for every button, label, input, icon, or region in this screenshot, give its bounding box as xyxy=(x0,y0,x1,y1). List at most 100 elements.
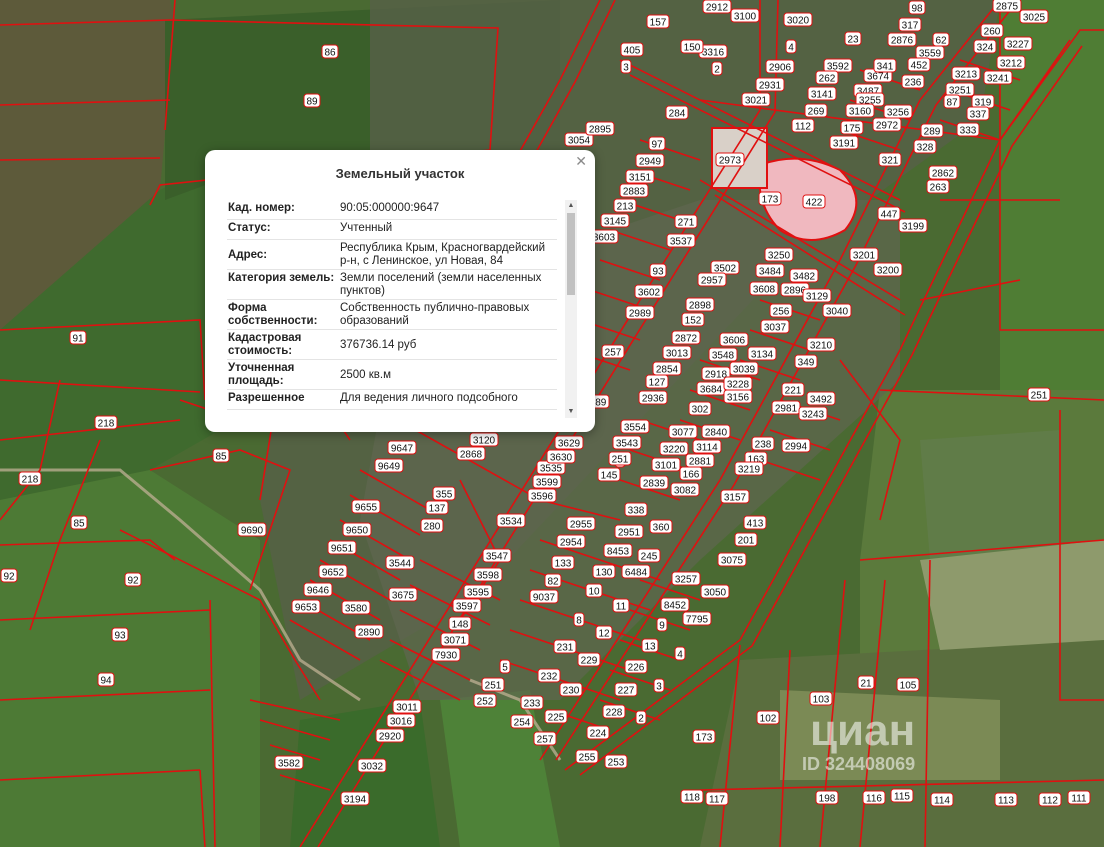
parcel-label[interactable]: 3582 xyxy=(274,755,304,770)
parcel-label[interactable]: 133 xyxy=(551,555,575,570)
parcel-label[interactable]: 3219 xyxy=(734,461,764,476)
parcel-label[interactable]: 13 xyxy=(641,638,659,653)
parcel-label[interactable]: 2881 xyxy=(685,453,715,468)
parcel-label[interactable]: 3548 xyxy=(708,347,738,362)
parcel-label[interactable]: 4 xyxy=(785,39,797,54)
parcel-label[interactable]: 3554 xyxy=(620,419,650,434)
parcel-label[interactable]: 3020 xyxy=(783,12,813,27)
parcel-label[interactable]: 11 xyxy=(612,598,630,613)
parcel-label[interactable]: 2920 xyxy=(375,728,405,743)
parcel-label[interactable]: 221 xyxy=(781,382,805,397)
parcel-label[interactable]: 227 xyxy=(614,682,638,697)
parcel-label[interactable]: 3543 xyxy=(612,435,642,450)
parcel-label[interactable]: 413 xyxy=(743,515,767,530)
parcel-label[interactable]: 3194 xyxy=(340,791,370,806)
parcel-label[interactable]: 302 xyxy=(688,401,712,416)
parcel-label[interactable]: 3537 xyxy=(666,233,696,248)
parcel-label[interactable]: 137 xyxy=(425,500,449,515)
parcel-label[interactable]: 232 xyxy=(537,668,561,683)
parcel-label[interactable]: 2949 xyxy=(635,153,665,168)
parcel-label[interactable]: 3011 xyxy=(392,699,422,714)
parcel-label[interactable]: 3200 xyxy=(873,262,903,277)
parcel-label[interactable]: 2912 xyxy=(702,0,732,14)
parcel-label[interactable]: 3213 xyxy=(951,66,981,81)
parcel-label[interactable]: 3250 xyxy=(764,247,794,262)
parcel-label[interactable]: 3013 xyxy=(662,345,692,360)
parcel-label[interactable]: 218 xyxy=(18,471,42,486)
parcel-label[interactable]: 3082 xyxy=(670,482,700,497)
parcel-label[interactable]: 8 xyxy=(573,612,585,627)
parcel-label[interactable]: 8453 xyxy=(603,543,633,558)
parcel-label[interactable]: 218 xyxy=(94,415,118,430)
parcel-label[interactable]: 86 xyxy=(321,44,339,59)
parcel-label[interactable]: 9 xyxy=(656,617,668,632)
parcel-label[interactable]: 9653 xyxy=(291,599,321,614)
parcel-label[interactable]: 105 xyxy=(896,677,920,692)
parcel-label[interactable]: 3075 xyxy=(717,552,747,567)
parcel-label[interactable]: 251 xyxy=(608,451,632,466)
parcel-label[interactable]: 3157 xyxy=(720,489,750,504)
parcel-label[interactable]: 91 xyxy=(69,330,87,345)
parcel-label[interactable]: 3120 xyxy=(469,432,499,447)
parcel-label[interactable]: 284 xyxy=(665,105,689,120)
parcel-label[interactable]: 92 xyxy=(124,572,142,587)
parcel-label[interactable]: 3502 xyxy=(710,260,740,275)
parcel-label[interactable]: 3032 xyxy=(357,758,387,773)
parcel-label[interactable]: 3160 xyxy=(845,103,875,118)
parcel-label[interactable]: 3629 xyxy=(554,435,584,450)
parcel-label[interactable]: 2973 xyxy=(715,152,745,167)
parcel-label[interactable]: 447 xyxy=(877,206,901,221)
parcel-label[interactable]: 271 xyxy=(674,214,698,229)
parcel-label[interactable]: 175 xyxy=(840,120,864,135)
parcel-label[interactable]: 9037 xyxy=(529,589,559,604)
parcel-label[interactable]: 115 xyxy=(890,788,914,803)
parcel-label[interactable]: 2 xyxy=(635,710,647,725)
parcel-label[interactable]: 3071 xyxy=(440,632,470,647)
parcel-label[interactable]: 452 xyxy=(907,57,931,72)
parcel-label[interactable]: 3101 xyxy=(651,457,681,472)
parcel-label[interactable]: 173 xyxy=(758,191,782,206)
parcel-label[interactable]: 3050 xyxy=(700,584,730,599)
parcel-label[interactable]: 9651 xyxy=(327,540,357,555)
parcel-label[interactable]: 3191 xyxy=(829,135,859,150)
parcel-label[interactable]: 228 xyxy=(602,704,626,719)
parcel-label[interactable]: 2872 xyxy=(671,330,701,345)
parcel-label[interactable]: 230 xyxy=(559,682,583,697)
parcel-label[interactable]: 85 xyxy=(70,515,88,530)
parcel-label[interactable]: 62 xyxy=(932,32,950,47)
parcel-label[interactable]: 85 xyxy=(212,448,230,463)
parcel-label[interactable]: 2840 xyxy=(701,424,731,439)
parcel-label[interactable]: 2883 xyxy=(619,183,649,198)
parcel-label[interactable]: 9646 xyxy=(303,582,333,597)
parcel-label[interactable]: 236 xyxy=(901,74,925,89)
parcel-label[interactable]: 4 xyxy=(674,646,686,661)
parcel-label[interactable]: 289 xyxy=(920,123,944,138)
parcel-label[interactable]: 2972 xyxy=(872,117,902,132)
parcel-label[interactable]: 103 xyxy=(809,691,833,706)
parcel-label[interactable]: 7930 xyxy=(431,647,461,662)
parcel-label[interactable]: 3484 xyxy=(755,263,785,278)
parcel-label[interactable]: 229 xyxy=(577,652,601,667)
parcel-label[interactable]: 3141 xyxy=(807,86,837,101)
parcel-label[interactable]: 254 xyxy=(510,714,534,729)
parcel-label[interactable]: 3100 xyxy=(730,8,760,23)
parcel-label[interactable]: 118 xyxy=(680,789,704,804)
parcel-label[interactable]: 3597 xyxy=(452,598,482,613)
parcel-label[interactable]: 3040 xyxy=(822,303,852,318)
parcel-label[interactable]: 2890 xyxy=(354,624,384,639)
parcel-label[interactable]: 2981 xyxy=(771,400,801,415)
parcel-label[interactable]: 3482 xyxy=(789,268,819,283)
parcel-label[interactable]: 2875 xyxy=(992,0,1022,13)
parcel-label[interactable]: 255 xyxy=(575,749,599,764)
parcel-label[interactable]: 328 xyxy=(913,139,937,154)
parcel-label[interactable]: 405 xyxy=(620,42,644,57)
parcel-label[interactable]: 2931 xyxy=(755,77,785,92)
parcel-label[interactable]: 3039 xyxy=(729,361,759,376)
parcel-label[interactable]: 3156 xyxy=(723,389,753,404)
parcel-label[interactable]: 112 xyxy=(791,118,815,133)
parcel-label[interactable]: 3608 xyxy=(749,281,779,296)
parcel-label[interactable]: 2936 xyxy=(638,390,668,405)
parcel-label[interactable]: 3227 xyxy=(1003,36,1033,51)
parcel-label[interactable]: 3199 xyxy=(898,218,928,233)
parcel-label[interactable]: 82 xyxy=(544,573,562,588)
